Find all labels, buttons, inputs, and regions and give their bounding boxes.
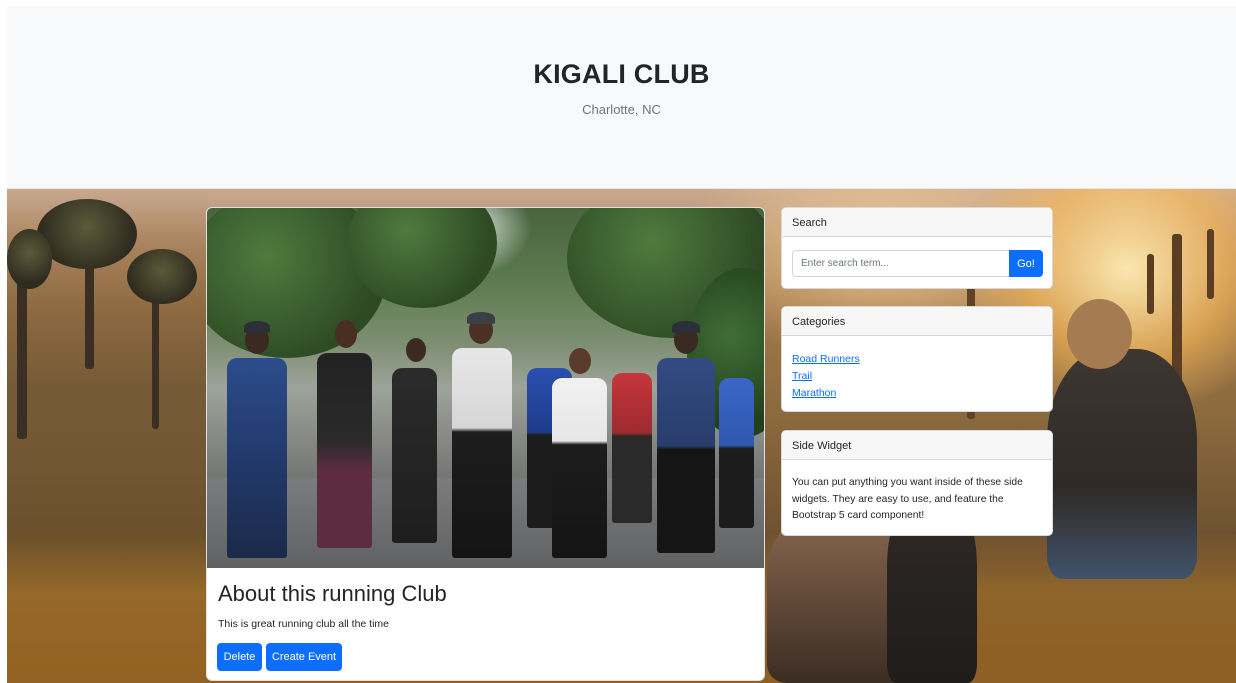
background-runner-head: [1067, 299, 1132, 369]
categories-list: Road Runners Trail Marathon: [792, 351, 860, 402]
search-widget-header: Search: [782, 208, 1052, 237]
category-link-trail[interactable]: Trail: [792, 370, 812, 382]
list-item: Marathon: [792, 385, 860, 402]
side-widget: Side Widget You can put anything you wan…: [781, 430, 1053, 536]
create-event-button[interactable]: Create Event: [266, 643, 342, 671]
page: KIGALI CLUB Charlotte, NC About this run…: [7, 6, 1236, 683]
categories-widget-header: Categories: [782, 307, 1052, 336]
list-item: Trail: [792, 368, 860, 385]
categories-widget: Categories Road Runners Trail Marathon: [781, 306, 1053, 412]
side-widget-text: You can put anything you want inside of …: [792, 477, 1023, 521]
site-title: KIGALI CLUB: [533, 59, 710, 89]
background-runner: [1047, 349, 1197, 579]
card-text: This is great running club all the time: [218, 618, 389, 630]
delete-button[interactable]: Delete: [217, 643, 262, 671]
category-link-road-runners[interactable]: Road Runners: [792, 353, 860, 365]
search-input[interactable]: [792, 250, 1009, 277]
running-club-photo: [207, 208, 764, 568]
side-widget-header: Side Widget: [782, 431, 1052, 460]
site-subtitle: Charlotte, NC: [582, 102, 661, 117]
site-header: KIGALI CLUB Charlotte, NC: [7, 6, 1236, 189]
search-go-button[interactable]: Go!: [1009, 250, 1043, 277]
list-item: Road Runners: [792, 351, 860, 368]
search-row: Go!: [792, 250, 1043, 277]
card-title: About this running Club: [218, 581, 447, 606]
search-widget: Search Go!: [781, 207, 1053, 289]
club-card: About this running Club This is great ru…: [206, 207, 765, 681]
category-link-marathon[interactable]: Marathon: [792, 387, 836, 399]
